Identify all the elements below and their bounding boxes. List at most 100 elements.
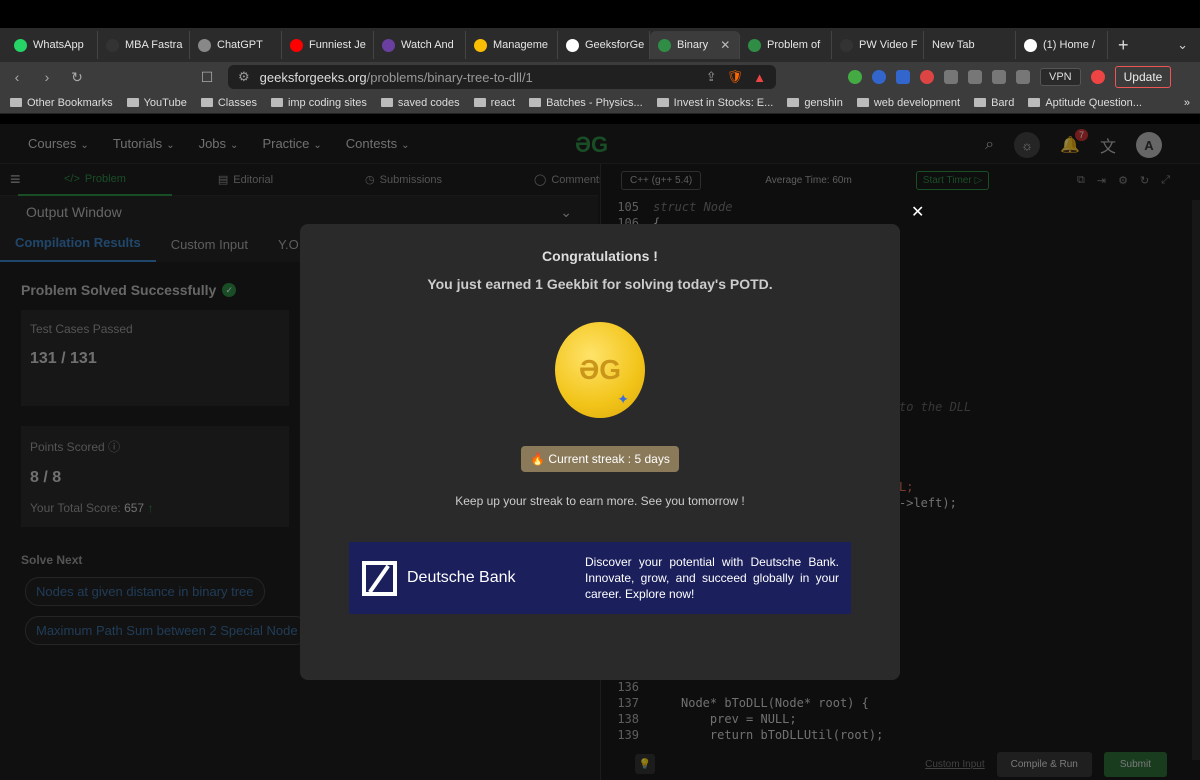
tab-label: Manageme xyxy=(493,39,549,51)
tab-label: (1) Home / xyxy=(1043,39,1095,51)
tab-favicon-icon xyxy=(658,38,671,52)
tab-label: WhatsApp xyxy=(33,39,84,51)
congratulations-modal: Congratulations ! You just earned 1 Geek… xyxy=(300,224,900,680)
extensions-row: VPN Update xyxy=(848,66,1172,88)
bookmarks-bar: Other Bookmarks YouTube Classes imp coding … xyxy=(0,92,1200,114)
tab-favicon-icon xyxy=(1024,38,1037,52)
folder-icon xyxy=(126,98,139,107)
bookmark-item[interactable]: Batches - Physics... xyxy=(529,97,643,109)
browser-tab[interactable]: MBA Fastra xyxy=(98,31,190,59)
folder-icon xyxy=(856,98,869,107)
music-icon[interactable] xyxy=(968,70,982,84)
vpn-button[interactable]: VPN xyxy=(1040,68,1081,86)
extensions-puzzle-icon[interactable] xyxy=(944,70,958,84)
deutsche-bank-logo-icon xyxy=(362,560,397,596)
browser-tab[interactable]: Funniest Je xyxy=(282,31,374,59)
folder-icon xyxy=(787,98,800,107)
folder-icon xyxy=(380,98,393,107)
browser-tab[interactable]: New Tab xyxy=(924,31,1016,59)
bookmark-item[interactable]: Other Bookmarks xyxy=(10,97,113,109)
tab-label: PW Video F xyxy=(859,39,918,51)
tab-search-icon[interactable]: ⌄ xyxy=(1177,37,1188,53)
profile-icon[interactable] xyxy=(1090,70,1105,84)
bookmark-item[interactable]: YouTube xyxy=(126,97,187,109)
bookmark-item[interactable]: Classes xyxy=(200,97,257,109)
bookmark-item[interactable]: web development xyxy=(856,97,960,109)
bookmark-item[interactable]: react xyxy=(473,97,515,109)
browser-tab[interactable]: (1) Home / xyxy=(1016,31,1108,59)
tab-label: Binary xyxy=(677,39,709,51)
streak-badge: 🔥 Current streak : 5 days xyxy=(521,446,679,472)
browser-tab[interactable]: PW Video F xyxy=(832,31,924,59)
tab-favicon-icon xyxy=(382,38,395,52)
new-tab-icon[interactable]: + xyxy=(1108,35,1139,56)
tab-favicon-icon xyxy=(566,38,579,52)
bookmark-item[interactable]: Aptitude Question... xyxy=(1028,97,1142,109)
browser-tab[interactable]: Manageme xyxy=(466,31,558,59)
deutsche-bank-logo: Deutsche Bank xyxy=(349,560,571,596)
brave-shield-icon[interactable]: 🛡 xyxy=(727,69,744,85)
folder-icon xyxy=(974,98,987,107)
top-black-bar xyxy=(0,0,1200,28)
browser-tab[interactable]: Binary ✕ xyxy=(650,31,740,59)
forward-icon[interactable]: › xyxy=(38,69,56,85)
url-host: geeksforgeeks.org xyxy=(259,69,367,85)
share-icon[interactable]: ⇪ xyxy=(706,69,717,85)
extension-icon[interactable] xyxy=(872,70,886,84)
tab-favicon-icon xyxy=(14,38,27,52)
bookmark-item[interactable]: imp coding sites xyxy=(270,97,367,109)
browser-tab[interactable]: Watch And xyxy=(374,31,466,59)
tab-favicon-icon xyxy=(474,38,487,52)
tab-favicon-icon xyxy=(748,38,761,52)
bookmark-item[interactable]: saved codes xyxy=(380,97,460,109)
site-settings-icon[interactable]: ⚙ xyxy=(238,69,250,85)
reload-icon[interactable]: ↻ xyxy=(68,69,86,86)
tab-favicon-icon xyxy=(290,38,303,52)
close-icon[interactable]: ✕ xyxy=(911,202,924,222)
more-bookmarks-icon[interactable]: » xyxy=(1184,97,1190,109)
bookmark-item[interactable]: Bard xyxy=(974,97,1014,109)
browser-tab[interactable]: GeeksforGe xyxy=(558,31,650,59)
tab-label: ChatGPT xyxy=(217,39,263,51)
tab-label: Problem of xyxy=(767,39,821,51)
ad-text: Discover your potential with Deutsche Ba… xyxy=(585,555,839,601)
tab-label: MBA Fastra xyxy=(125,39,183,51)
folder-icon xyxy=(473,98,486,107)
close-tab-icon[interactable]: ✕ xyxy=(720,38,730,52)
keep-streak-text: Keep up your streak to earn more. See yo… xyxy=(455,494,745,508)
tab-label: GeeksforGe xyxy=(585,39,645,51)
browser-tab[interactable]: WhatsApp xyxy=(6,31,98,59)
extension-icon[interactable] xyxy=(896,70,910,84)
modal-title: Congratulations ! xyxy=(542,248,658,264)
extension-icon[interactable] xyxy=(920,70,934,84)
deutsche-bank-ad[interactable]: Deutsche Bank Discover your potential wi… xyxy=(349,542,851,614)
back-icon[interactable]: ‹ xyxy=(8,69,26,85)
sidebar-icon[interactable] xyxy=(992,70,1006,84)
modal-subtitle: You just earned 1 Geekbit for solving to… xyxy=(427,276,773,292)
update-button[interactable]: Update xyxy=(1114,66,1172,88)
url-path: /problems/binary-tree-to-dll/1 xyxy=(366,69,533,85)
tab-favicon-icon xyxy=(106,38,119,52)
geekbit-coin-icon: ƏG ✦ xyxy=(555,322,645,418)
bookmark-item[interactable]: genshin xyxy=(787,97,843,109)
brave-rewards-icon[interactable]: ▲ xyxy=(753,70,766,85)
browser-tab-bar: WhatsApp MBA Fastra ChatGPT Funniest Je Watc… xyxy=(0,28,1200,62)
window-controls: ⌄ xyxy=(1177,37,1200,53)
folder-icon xyxy=(270,98,283,107)
bookmark-icon[interactable]: ☐ xyxy=(198,69,216,86)
browser-tab[interactable]: ChatGPT xyxy=(190,31,282,59)
tab-favicon-icon xyxy=(198,38,211,52)
url-field[interactable]: ⚙ geeksforgeeks.org/problems/binary-tree… xyxy=(228,65,776,89)
browser-tab[interactable]: Problem of xyxy=(740,31,832,59)
extension-icon[interactable] xyxy=(848,70,862,84)
tab-label: New Tab xyxy=(932,39,975,51)
folder-icon xyxy=(1028,98,1041,107)
address-bar-row: ‹ › ↻ ☐ ⚙ geeksforgeeks.org/problems/bin… xyxy=(0,62,1200,92)
tab-favicon-icon xyxy=(840,38,853,52)
folder-icon xyxy=(10,98,22,107)
wallet-icon[interactable] xyxy=(1016,70,1030,84)
folder-icon xyxy=(656,98,669,107)
bookmark-item[interactable]: Invest in Stocks: E... xyxy=(656,97,773,109)
sparkle-icon: ✦ xyxy=(617,391,629,407)
tab-label: Funniest Je xyxy=(309,39,366,51)
